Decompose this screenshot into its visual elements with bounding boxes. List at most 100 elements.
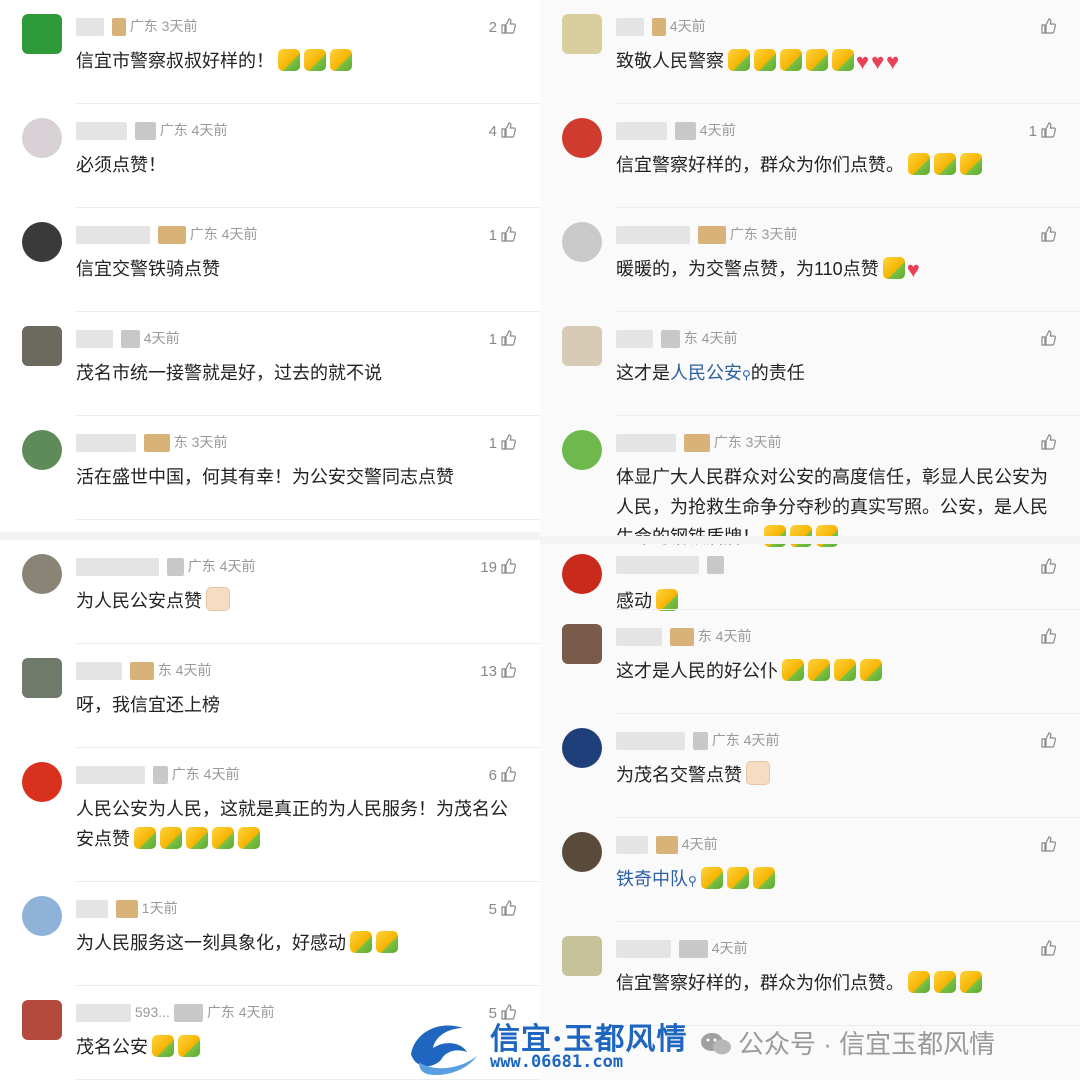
- username-redacted[interactable]: [76, 226, 150, 245]
- avatar[interactable]: [562, 832, 602, 872]
- avatar[interactable]: [562, 728, 602, 768]
- avatar[interactable]: [22, 326, 62, 366]
- comment-body: 暖暖的，为交警点赞，为110点赞: [616, 259, 879, 279]
- like-button[interactable]: 2: [489, 18, 516, 36]
- username-redacted[interactable]: [76, 1004, 131, 1023]
- username-redacted[interactable]: [76, 662, 122, 681]
- comment-item[interactable]: 广东 4天前 6 人民公安为人民，这就是真正的为人民服务！为茂名公安点赞: [0, 748, 540, 882]
- timestamp: 3天前: [161, 18, 198, 34]
- like-count: 1: [488, 227, 497, 244]
- comment-item[interactable]: 广东 4天前 4 必须点赞！: [0, 104, 540, 208]
- thumbs-up-emoji-icon: [376, 931, 398, 953]
- region: 广东: [187, 558, 216, 574]
- username-redacted[interactable]: [616, 18, 644, 37]
- username-redacted[interactable]: [616, 122, 667, 141]
- comment-item[interactable]: 广东 3天前 暖暖的，为交警点赞，为110点赞 ♥: [540, 208, 1080, 312]
- comment-item[interactable]: 东 4天前 这才是人民的好公仆: [540, 610, 1080, 714]
- like-count: 13: [480, 663, 497, 680]
- comment-item[interactable]: 东 4天前 这才是人民公安⚲的责任: [540, 312, 1080, 416]
- username-redacted[interactable]: [616, 330, 653, 349]
- like-button[interactable]: [1037, 434, 1056, 452]
- redaction-block: [678, 940, 708, 959]
- avatar[interactable]: [22, 1000, 62, 1040]
- comment-item[interactable]: 广东 3天前 2 信宜市警察叔叔好样的！: [0, 0, 540, 104]
- avatar[interactable]: [562, 222, 602, 262]
- username-redacted[interactable]: [76, 766, 145, 785]
- like-button[interactable]: 6: [489, 766, 516, 784]
- comment-meta: 东 4天前: [76, 660, 211, 682]
- avatar[interactable]: [562, 430, 602, 470]
- thumbs-up-emoji-icon: [780, 49, 802, 71]
- like-button[interactable]: [1037, 836, 1056, 854]
- username-redacted[interactable]: [76, 434, 136, 453]
- avatar[interactable]: [562, 14, 602, 54]
- thumbs-up-emoji-icon: [178, 1035, 200, 1057]
- thumbs-up-icon: [1041, 836, 1056, 852]
- avatar[interactable]: [22, 430, 62, 470]
- comment-item[interactable]: 4天前 信宜警察好样的，群众为你们点赞。: [540, 922, 1080, 1026]
- avatar[interactable]: [562, 554, 602, 594]
- comment-item[interactable]: 东 3天前 1 活在盛世中国，何其有幸！为公安交警同志点赞: [0, 416, 540, 520]
- avatar[interactable]: [562, 936, 602, 976]
- thumbs-up-emoji-icon: [330, 49, 352, 71]
- avatar[interactable]: [22, 658, 62, 698]
- comment-item[interactable]: 广东 4天前 为茂名交警点赞: [540, 714, 1080, 818]
- username-redacted[interactable]: [76, 900, 108, 919]
- avatar[interactable]: [22, 554, 62, 594]
- comment-item[interactable]: 东 4天前 13 呀，我信宜还上榜: [0, 644, 540, 748]
- like-button[interactable]: 1: [489, 330, 516, 348]
- username-redacted[interactable]: [76, 18, 104, 37]
- username-redacted[interactable]: [616, 556, 699, 575]
- avatar[interactable]: [22, 14, 62, 54]
- topic-link[interactable]: 铁奇中队: [616, 869, 688, 889]
- thumbs-up-icon: [1041, 940, 1056, 956]
- username-redacted[interactable]: [616, 434, 676, 453]
- timestamp: 4天前: [203, 766, 240, 782]
- username-redacted[interactable]: [616, 226, 690, 245]
- avatar[interactable]: [22, 762, 62, 802]
- comment-item[interactable]: 广东 3天前 体显广大人民群众对公安的高度信任，彰显人民公安为人民，为抢救生命争分…: [540, 416, 1080, 547]
- avatar[interactable]: [22, 118, 62, 158]
- like-button[interactable]: [1037, 558, 1056, 576]
- username-redacted[interactable]: [616, 940, 671, 959]
- username-redacted[interactable]: [616, 836, 648, 855]
- avatar[interactable]: [562, 326, 602, 366]
- username-redacted[interactable]: [76, 122, 127, 141]
- region: 广东: [189, 226, 218, 242]
- comment-item[interactable]: 感动: [540, 540, 1080, 611]
- like-button[interactable]: [1037, 732, 1056, 750]
- like-button[interactable]: 1: [489, 226, 516, 244]
- comment-item[interactable]: 1天前 5 为人民服务这一刻具象化，好感动: [0, 882, 540, 986]
- like-button[interactable]: 13: [480, 662, 516, 680]
- like-button[interactable]: [1037, 18, 1056, 36]
- like-button[interactable]: 1: [489, 434, 516, 452]
- username-redacted[interactable]: [76, 558, 159, 577]
- like-button[interactable]: [1037, 628, 1056, 646]
- topic-link[interactable]: 人民公安: [670, 363, 742, 383]
- avatar[interactable]: [22, 896, 62, 936]
- redaction-block: [157, 226, 186, 245]
- comment-item[interactable]: 广东 4天前 1 信宜交警铁骑点赞: [0, 208, 540, 312]
- comment-text: 这才是人民的好公仆: [616, 656, 1062, 686]
- avatar[interactable]: [562, 118, 602, 158]
- comment-body: 茂名公安: [76, 1037, 148, 1057]
- comment-item[interactable]: 4天前 致敬人民警察 ♥♥♥: [540, 0, 1080, 104]
- comment-text: 活在盛世中国，何其有幸！为公安交警同志点赞: [76, 462, 522, 492]
- like-button[interactable]: 19: [480, 558, 516, 576]
- comment-item[interactable]: 广东 4天前 19 为人民公安点赞: [0, 540, 540, 644]
- comment-item[interactable]: 4天前 1 信宜警察好样的，群众为你们点赞。: [540, 104, 1080, 208]
- comment-item[interactable]: 4天前 铁奇中队⚲: [540, 818, 1080, 922]
- avatar[interactable]: [22, 222, 62, 262]
- thumbs-up-emoji-icon: [350, 931, 372, 953]
- like-button[interactable]: [1037, 226, 1056, 244]
- like-button[interactable]: [1037, 940, 1056, 958]
- username-redacted[interactable]: [616, 628, 662, 647]
- like-button[interactable]: 1: [1029, 122, 1056, 140]
- like-button[interactable]: [1037, 330, 1056, 348]
- username-redacted[interactable]: [616, 732, 685, 751]
- username-redacted[interactable]: [76, 330, 113, 349]
- avatar[interactable]: [562, 624, 602, 664]
- like-button[interactable]: 4: [489, 122, 516, 140]
- comment-item[interactable]: 4天前 1 茂名市统一接警就是好，过去的就不说: [0, 312, 540, 416]
- like-button[interactable]: 5: [489, 900, 516, 918]
